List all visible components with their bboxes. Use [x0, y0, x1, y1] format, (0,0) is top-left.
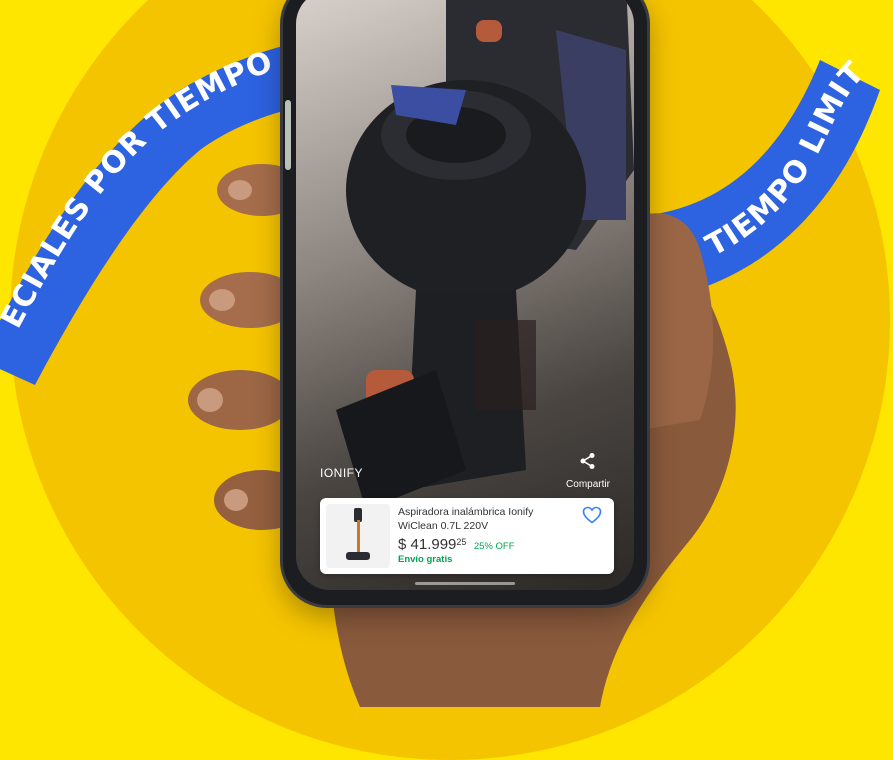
- product-thumbnail: [326, 504, 390, 568]
- price-row: $ 41.99925 25% OFF: [398, 536, 515, 554]
- phone-side-button: [285, 100, 291, 170]
- brand-label[interactable]: IONIFY: [320, 466, 363, 480]
- share-icon: [580, 453, 595, 469]
- price: $ 41.999: [398, 536, 457, 553]
- heart-icon[interactable]: [582, 506, 602, 524]
- home-indicator: [415, 582, 515, 585]
- discount-badge: 25% OFF: [473, 541, 515, 552]
- share-label: Compartir: [566, 479, 610, 490]
- video-screen[interactable]: IONIFY Compartir Aspiradora inalámbrica …: [296, 0, 634, 590]
- product-title: Aspiradora inalámbrica Ionify WiClean 0.…: [398, 506, 534, 532]
- share-button[interactable]: Compartir: [558, 452, 618, 492]
- price-cents: 25: [456, 537, 467, 547]
- product-card[interactable]: Aspiradora inalámbrica Ionify WiClean 0.…: [320, 498, 614, 574]
- vacuum-thumbnail-icon: [346, 508, 370, 560]
- free-shipping-label: Envío gratis: [398, 554, 453, 565]
